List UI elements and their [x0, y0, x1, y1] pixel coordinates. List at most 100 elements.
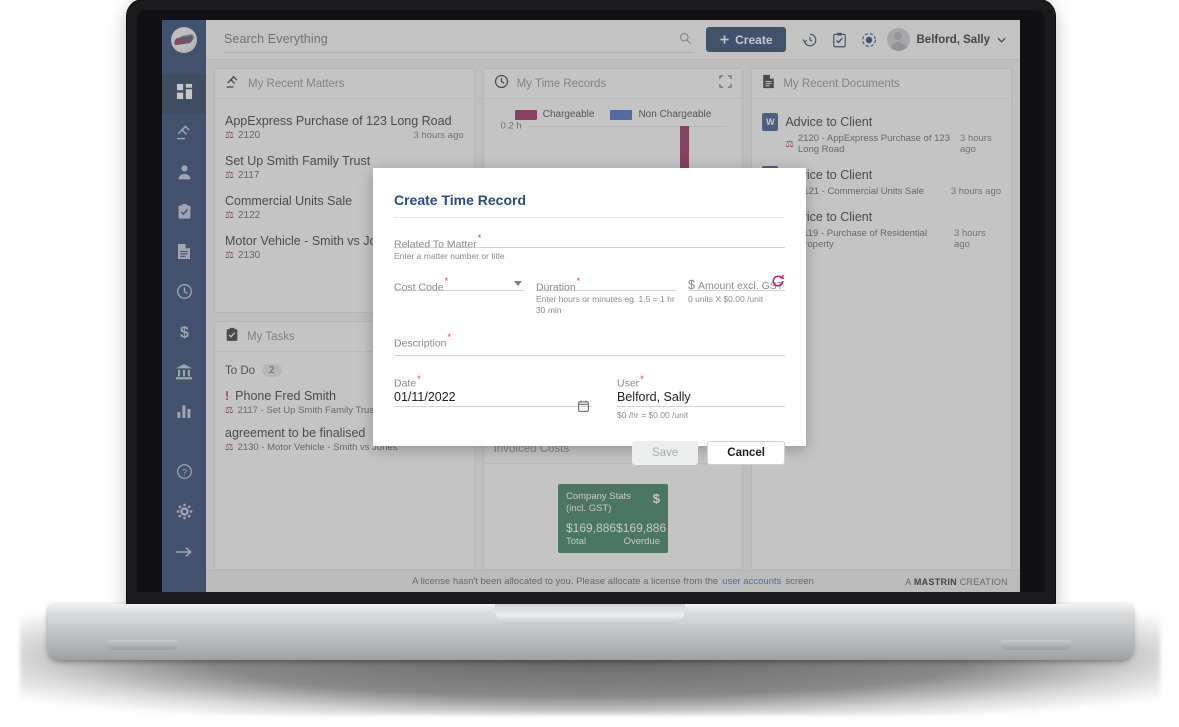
sidebar-item-reports[interactable] [162, 394, 206, 434]
gavel-icon: ⚖ [225, 170, 234, 181]
document-ref: ⚖ 2120 - AppExpress Purchase of 123 Long … [785, 133, 960, 155]
description-input[interactable]: Description* [394, 332, 785, 356]
gavel-icon [225, 74, 240, 94]
sidebar-item-documents[interactable] [162, 234, 206, 274]
create-button-label: Create [735, 33, 772, 47]
cost-code-field[interactable]: Cost Code* [394, 276, 524, 316]
svg-text:?: ? [181, 467, 186, 478]
search-input[interactable]: Search Everything [224, 27, 694, 53]
license-message-after: screen [785, 576, 814, 587]
create-button[interactable]: Create [706, 27, 785, 52]
date-field[interactable]: Date* 01/11/2022 [394, 374, 592, 421]
plus-icon [719, 34, 730, 45]
brand-suffix: CREATION [960, 577, 1008, 587]
save-button[interactable]: Save [632, 441, 698, 465]
user-label: User [617, 378, 639, 390]
required-marker: * [417, 374, 421, 384]
matter-ref-value: 2122 [238, 210, 260, 221]
sidebar-item-help[interactable]: ? [162, 454, 206, 494]
sidebar-item-trust[interactable] [162, 354, 206, 394]
cost-code-select[interactable]: Cost Code* [394, 276, 524, 291]
list-item[interactable]: Advice to Client ⚖ 2120 - AppExpress Purc… [762, 107, 1001, 160]
refresh-icon[interactable] [771, 274, 785, 293]
screen: Search Everything Create [162, 20, 1020, 592]
sidebar-item-tasks[interactable] [162, 194, 206, 234]
history-icon[interactable] [802, 32, 818, 48]
arrow-right-icon [175, 545, 193, 564]
sidebar-item-dashboard[interactable] [162, 74, 206, 114]
required-marker: * [448, 332, 452, 342]
top-bar-icons [786, 32, 887, 48]
calendar-icon[interactable] [578, 399, 589, 417]
sidebar-item-billing[interactable]: $ [162, 314, 206, 354]
matter-ref: ⚖2122 [225, 210, 260, 221]
user-accounts-link[interactable]: user accounts [722, 576, 781, 587]
timer-icon[interactable] [861, 32, 877, 48]
footer: A license hasn't been allocated to you. … [206, 570, 1020, 592]
gavel-icon: ⚖ [785, 139, 794, 150]
legend-item[interactable]: Chargeable [515, 109, 595, 120]
svg-text:$: $ [180, 324, 189, 341]
license-message-before: A license hasn't been allocated to you. … [412, 576, 718, 587]
duration-field[interactable]: Duration* Enter hours or minutes eg. 1.5… [536, 276, 676, 316]
sidebar-item-expand[interactable] [162, 534, 206, 574]
sidebar-item-matters[interactable] [162, 114, 206, 154]
brand-credit: A MASTRIN CREATION [905, 577, 1008, 587]
related-to-matter-input[interactable]: Related To Matter* [394, 233, 785, 248]
user-menu[interactable]: Belford, Sally [887, 28, 1021, 51]
required-marker: * [577, 276, 581, 286]
create-time-record-dialog: Create Time Record Related To Matter* En… [373, 168, 806, 446]
user-value: Belford, Sally [617, 390, 785, 406]
legend-item[interactable]: Non Chargeable [610, 109, 711, 120]
date-input[interactable]: 01/11/2022 [394, 390, 592, 407]
card-body: Company Stats (incl. GST) $ $169,886 $16… [484, 464, 743, 569]
fullscreen-icon[interactable] [719, 75, 732, 93]
dollar-prefix: $ [688, 278, 695, 292]
document-ref-value: 2119 - Purchase of Residential Property [798, 228, 954, 250]
document-ref-value: 2120 - AppExpress Purchase of 123 Long R… [798, 133, 960, 155]
sidebar-item-settings[interactable] [162, 494, 206, 534]
avatar [887, 28, 910, 51]
related-to-matter-field[interactable]: Related To Matter* Enter a matter number… [394, 233, 785, 262]
cancel-button[interactable]: Cancel [707, 441, 785, 465]
sidebar-item-contacts[interactable] [162, 154, 206, 194]
legend-swatch [515, 110, 537, 120]
app-logo[interactable] [162, 20, 206, 60]
search-zone: Search Everything [206, 27, 706, 53]
user-field[interactable]: User* Belford, Sally $0 /hr = $0.00 /uni… [617, 374, 785, 421]
tasks-icon[interactable] [832, 32, 847, 48]
screenshot-root: Search Everything Create [0, 0, 1179, 727]
amount-field[interactable]: $Amount excl. GST 0 units X $0.00 /unit [688, 276, 785, 316]
task-group-label: To Do [225, 365, 255, 377]
description-label: Description [394, 337, 447, 349]
matter-ref: ⚖2120 [225, 130, 260, 141]
stat-total-value: $169,886 [566, 521, 616, 535]
stat-overdue-label: Overdue [624, 536, 660, 547]
help-icon: ? [176, 463, 193, 485]
logo-icon [171, 27, 197, 53]
description-field[interactable]: Description* [394, 332, 785, 356]
stat-title: Company Stats (incl. GST) [566, 491, 647, 515]
chevron-down-icon[interactable] [514, 281, 522, 286]
user-rate-hint: $0 /hr = $0.00 /unit [617, 410, 785, 421]
stat-labels: Total Overdue [566, 536, 660, 547]
user-label-row: User* [617, 374, 785, 390]
document-icon [762, 74, 775, 94]
document-ref: ⚖2121 - Commercial Units Sale [785, 186, 924, 197]
legend-label: Non Chargeable [638, 109, 711, 120]
top-bar: Search Everything Create [162, 20, 1020, 60]
date-user-row: Date* 01/11/2022 User* Belford, Sally $0… [394, 374, 785, 421]
task-title: Phone Fred Smith [235, 389, 336, 403]
legend-label: Chargeable [543, 109, 595, 120]
duration-input[interactable]: Duration* [536, 276, 676, 291]
document-icon [177, 243, 191, 265]
list-item[interactable]: AppExpress Purchase of 123 Long Road ⚖21… [225, 107, 464, 147]
company-stats-tile[interactable]: Company Stats (incl. GST) $ $169,886 $16… [558, 484, 668, 553]
sidebar-item-time[interactable] [162, 274, 206, 314]
user-input[interactable]: Belford, Sally [617, 390, 785, 407]
gavel-icon: ⚖ [225, 405, 234, 416]
gear-icon [176, 503, 193, 525]
document-name: Advice to Client [785, 115, 872, 129]
bar-chart-icon [176, 404, 192, 424]
document-meta: ⚖ 2120 - AppExpress Purchase of 123 Long … [762, 133, 1001, 155]
